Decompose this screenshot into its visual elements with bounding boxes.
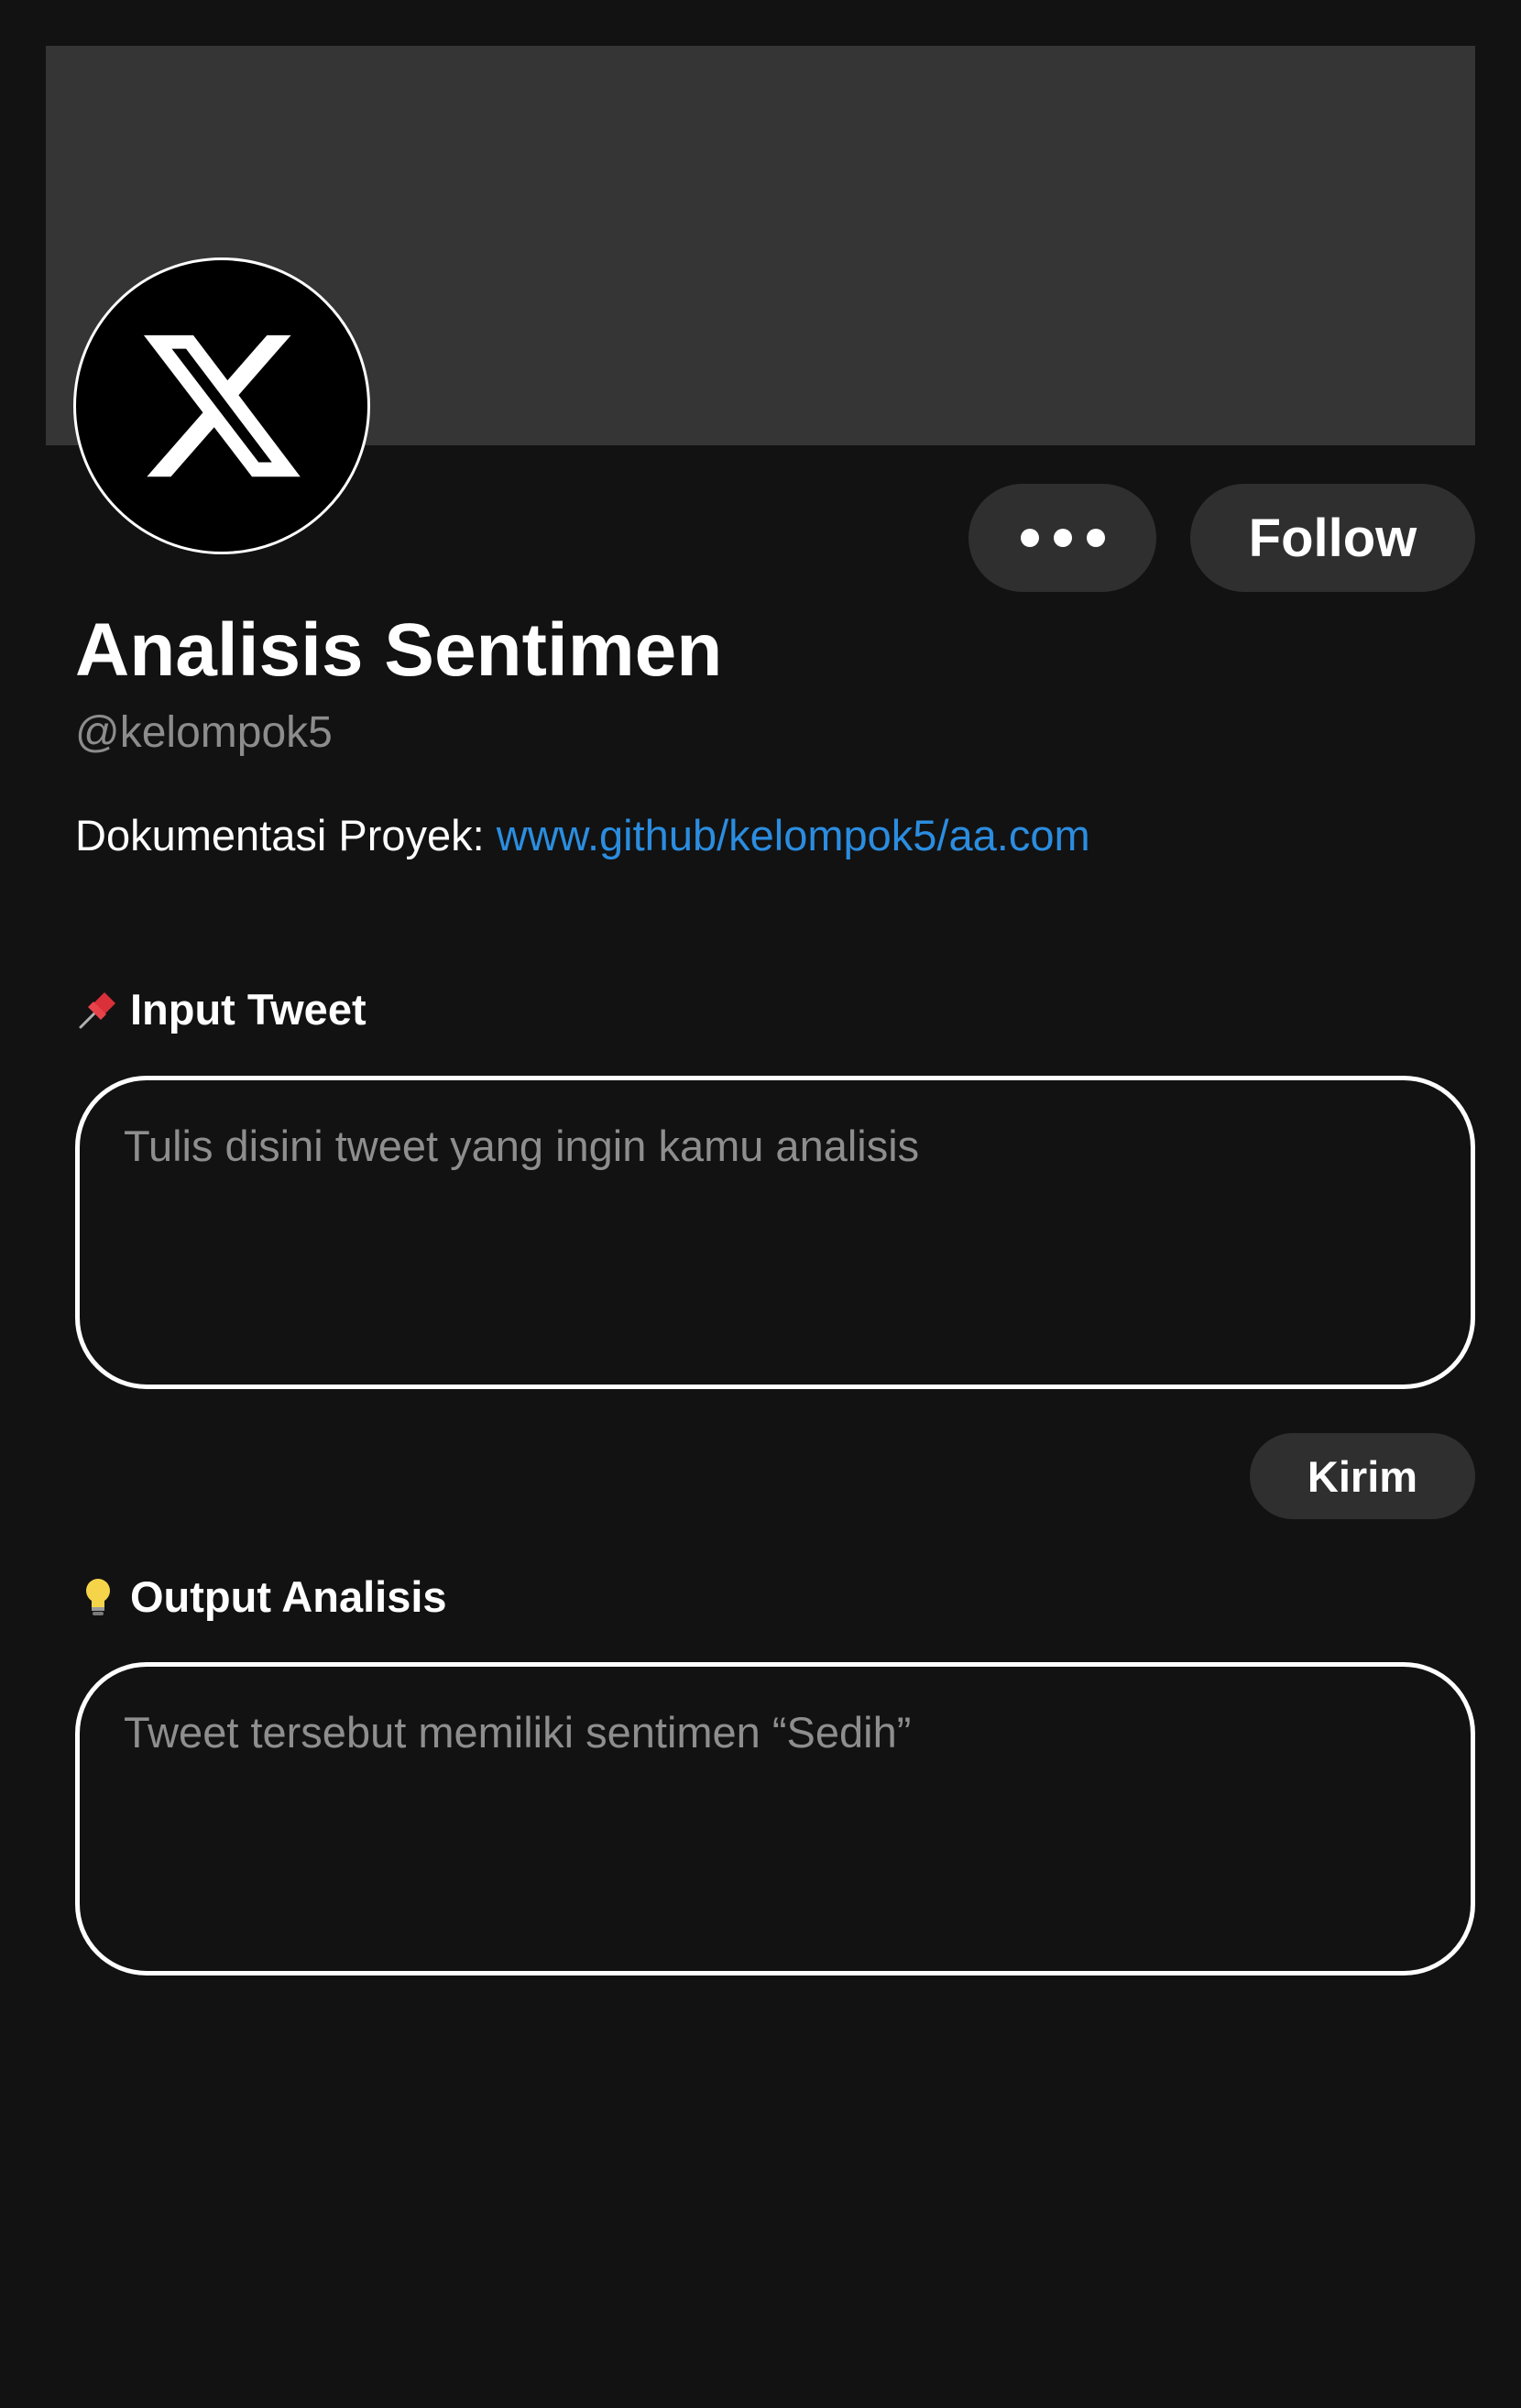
analysis-result-text: Tweet tersebut memiliki sentimen “Sedih” [124, 1708, 912, 1757]
tweet-input-box[interactable] [75, 1076, 1475, 1389]
x-logo-icon [143, 334, 301, 477]
light-bulb-icon [86, 1579, 110, 1615]
profile-bio: Dokumentasi Proyek: www.github/kelompok5… [75, 808, 1090, 863]
profile-name: Analisis Sentimen [75, 608, 723, 692]
output-analysis-label: Output Analisis [75, 1570, 447, 1625]
profile-handle: @kelompok5 [75, 708, 333, 757]
follow-button[interactable]: Follow [1190, 484, 1475, 592]
bio-text: Dokumentasi Proyek: [75, 811, 497, 859]
bio-link[interactable]: www.github/kelompok5/aa.com [497, 811, 1090, 859]
output-analysis-label-text: Output Analisis [130, 1572, 447, 1621]
input-tweet-label-text: Input Tweet [130, 985, 367, 1034]
more-options-button[interactable] [968, 484, 1156, 592]
profile-avatar [73, 257, 370, 554]
analysis-output-box: Tweet tersebut memiliki sentimen “Sedih” [75, 1662, 1475, 1976]
tweet-input[interactable] [124, 1119, 1427, 1357]
pushpin-icon [79, 992, 115, 1029]
input-tweet-label: Input Tweet [75, 982, 367, 1037]
more-horizontal-icon [1013, 529, 1112, 547]
kirim-button[interactable]: Kirim [1250, 1433, 1475, 1519]
